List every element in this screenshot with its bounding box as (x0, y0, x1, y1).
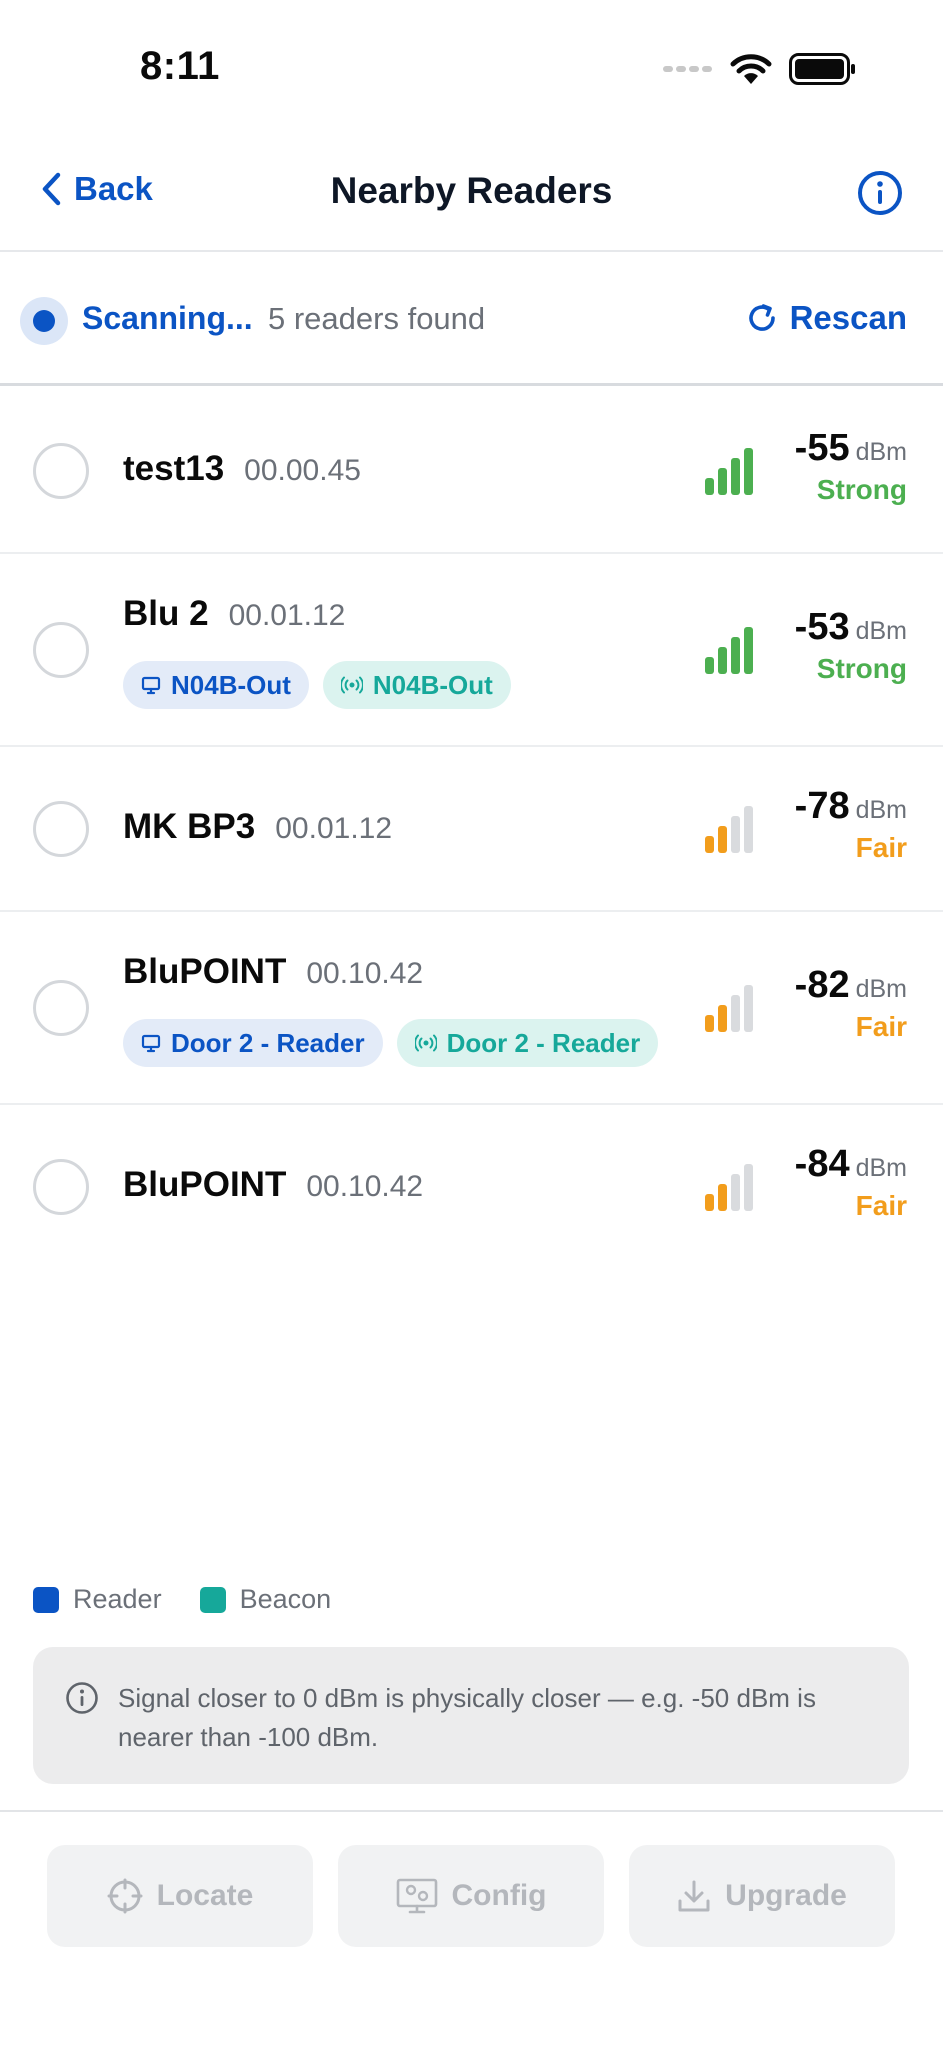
download-icon (678, 1880, 710, 1912)
signal-quality: Strong (816, 474, 907, 505)
locate-button[interactable]: Locate (47, 1845, 313, 1947)
signal-readout: -55 dBm Strong (747, 427, 907, 506)
dbm-unit: dBm (855, 617, 907, 645)
info-icon (858, 171, 902, 215)
select-radio[interactable] (33, 980, 89, 1036)
readers-found-count: 5 readers found (268, 301, 486, 336)
status-icons (663, 52, 857, 86)
select-radio[interactable] (33, 443, 89, 499)
select-radio[interactable] (33, 1159, 89, 1215)
reader-firmware: 00.10.42 (306, 957, 424, 990)
beacon-tag-label: N04B-Out (372, 669, 493, 700)
reader-row[interactable]: BluPOINT 00.10.42 Door 2 - Reader Door 2… (0, 912, 943, 1105)
refresh-icon (748, 304, 775, 331)
reader-firmware: 00.00.45 (244, 454, 361, 487)
signal-readout: -84 dBm Fair (747, 1143, 907, 1222)
dbm-unit: dBm (855, 975, 907, 1003)
scanning-indicator (20, 297, 68, 345)
legend-label: Reader (73, 1584, 162, 1614)
reader-row[interactable]: BluPOINT 00.10.42 -84 dBm Fair (0, 1105, 943, 1270)
reader-name: test13 (123, 449, 225, 488)
reader-name-line: BluPOINT 00.10.42 (123, 1165, 423, 1205)
signal-readout: -82 dBm Fair (747, 964, 907, 1043)
dbm-value: -53 (794, 606, 850, 648)
dbm-value: -82 (794, 964, 850, 1006)
signal-info-note: Signal closer to 0 dBm is physically clo… (33, 1647, 909, 1784)
broadcast-icon (414, 1034, 437, 1052)
reader-list: test13 00.00.45 -55 dBm Strong Blu 2 00.… (0, 389, 943, 1270)
select-radio[interactable] (33, 622, 89, 678)
signal-quality: Fair (855, 1011, 907, 1042)
reader-name: BluPOINT (123, 952, 287, 991)
info-note-text: Signal closer to 0 dBm is physically clo… (118, 1683, 816, 1752)
reader-name: Blu 2 (123, 594, 209, 633)
info-icon (66, 1682, 98, 1714)
info-button[interactable] (857, 170, 903, 221)
legend-label: Beacon (239, 1584, 332, 1614)
reader-name-line: test13 00.00.45 (123, 449, 361, 489)
signal-quality: Fair (855, 832, 907, 863)
locate-label: Locate (156, 1879, 254, 1912)
reader-row[interactable]: Blu 2 00.01.12 N04B-Out N04B-Out -53 dBm… (0, 554, 943, 747)
signal-quality: Strong (816, 653, 907, 684)
reader-row[interactable]: MK BP3 00.01.12 -78 dBm Fair (0, 747, 943, 912)
config-label: Config (451, 1879, 547, 1912)
reader-tags: Door 2 - Reader Door 2 - Reader (123, 1019, 659, 1067)
scan-status-label: Scanning... (82, 300, 253, 336)
reader-tags: N04B-Out N04B-Out (123, 661, 511, 709)
dbm-unit: dBm (855, 796, 907, 824)
scan-status-bar: Scanning... 5 readers found Rescan (0, 252, 943, 386)
reader-name-line: MK BP3 00.01.12 (123, 807, 392, 847)
dbm-unit: dBm (855, 438, 907, 466)
reader-tag: Door 2 - Reader (123, 1019, 383, 1067)
legend-item-reader: Reader (33, 1584, 162, 1615)
legend-swatch-beacon (199, 1586, 226, 1613)
wifi-icon (730, 54, 772, 84)
reader-name-line: BluPOINT 00.10.42 (123, 952, 423, 992)
upgrade-label: Upgrade (725, 1879, 847, 1912)
beacon-tag: Door 2 - Reader (396, 1019, 659, 1067)
reader-firmware: 00.01.12 (275, 812, 393, 845)
signal-quality: Fair (855, 1190, 907, 1221)
reader-firmware: 00.01.12 (228, 599, 346, 632)
beacon-tag-label: Door 2 - Reader (446, 1027, 641, 1058)
legend-swatch-reader (33, 1586, 59, 1613)
upgrade-button[interactable]: Upgrade (629, 1845, 895, 1947)
reader-tag-label: Door 2 - Reader (171, 1027, 365, 1058)
config-icon (396, 1878, 437, 1914)
select-radio[interactable] (33, 801, 89, 857)
legend: Reader Beacon (33, 1584, 331, 1615)
config-button[interactable]: Config (338, 1845, 604, 1947)
nav-bar: Back Nearby Readers (0, 140, 943, 252)
status-bar: 8:11 (0, 0, 943, 140)
dbm-value: -78 (794, 785, 850, 827)
reader-tag-label: N04B-Out (171, 669, 291, 700)
reader-name-line: Blu 2 00.01.12 (123, 594, 345, 634)
legend-item-beacon: Beacon (199, 1584, 332, 1615)
monitor-icon (141, 1034, 161, 1053)
status-time: 8:11 (140, 44, 220, 88)
beacon-tag: N04B-Out (322, 661, 511, 709)
reader-tag: N04B-Out (123, 661, 309, 709)
rescan-button[interactable]: Rescan (746, 299, 907, 337)
cellular-signal-icon (663, 66, 712, 72)
signal-readout: -53 dBm Strong (747, 606, 907, 685)
broadcast-icon (340, 676, 363, 694)
dbm-unit: dBm (855, 1154, 907, 1182)
reader-name: MK BP3 (123, 807, 256, 846)
reader-firmware: 00.10.42 (306, 1170, 424, 1203)
dbm-value: -84 (794, 1143, 850, 1185)
monitor-icon (141, 676, 161, 695)
bottom-action-bar: Locate Config Upgrade (0, 1810, 943, 2048)
battery-icon (789, 53, 855, 85)
page-title: Nearby Readers (330, 170, 613, 211)
reader-row[interactable]: test13 00.00.45 -55 dBm Strong (0, 389, 943, 554)
rescan-label: Rescan (789, 299, 907, 336)
signal-readout: -78 dBm Fair (747, 785, 907, 864)
dbm-value: -55 (794, 427, 850, 469)
reader-name: BluPOINT (123, 1165, 287, 1204)
crosshair-icon (107, 1878, 143, 1914)
